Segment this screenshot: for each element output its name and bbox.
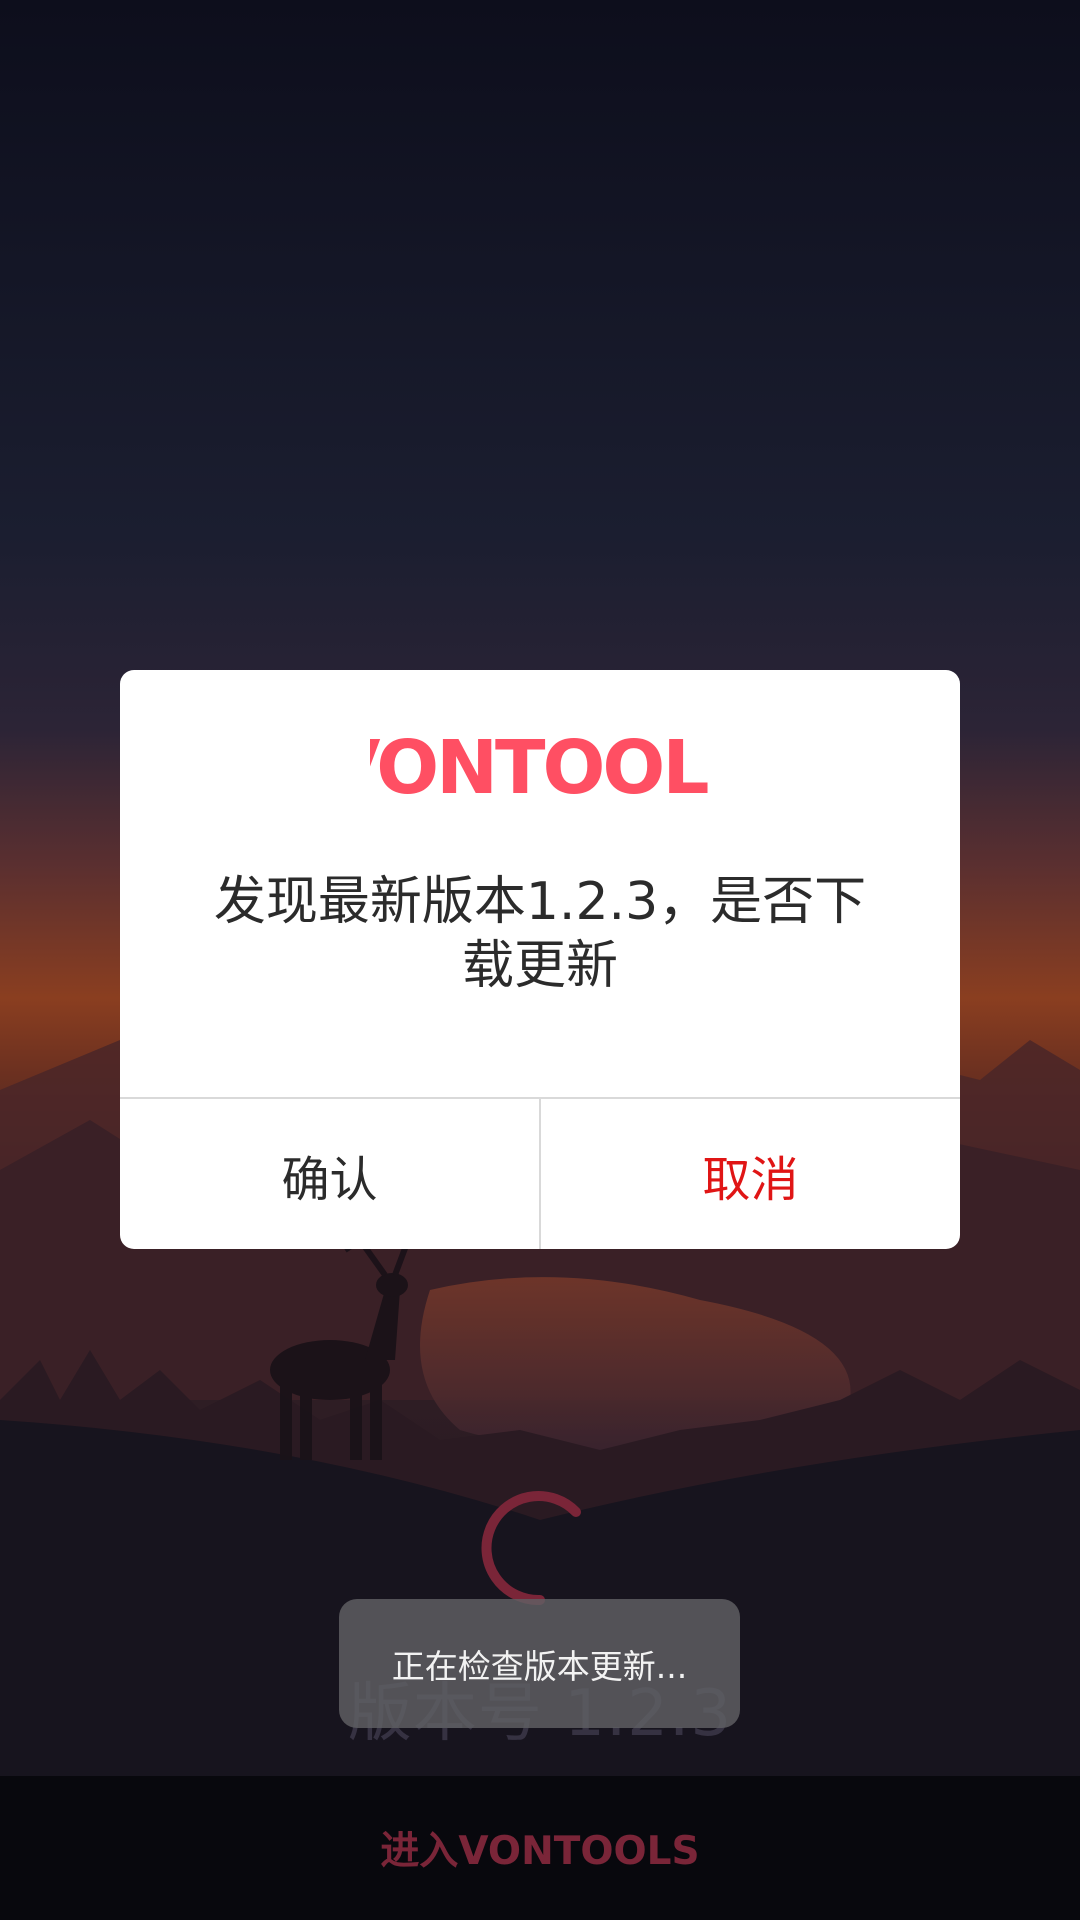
dialog-logo: VONTOOLS bbox=[120, 718, 960, 818]
dialog-actions: 确认 取消 bbox=[120, 1097, 960, 1249]
update-dialog: VONTOOLS 发现最新版本1.2.3，是否下载更新 确认 取消 bbox=[120, 670, 960, 1249]
dialog-message: 发现最新版本1.2.3，是否下载更新 bbox=[213, 872, 867, 996]
vontools-logo: VONTOOLS bbox=[370, 725, 710, 811]
cancel-button[interactable]: 取消 bbox=[541, 1099, 960, 1249]
splash-screen: 版本号 1.2.3 正在检查版本更新... 进入VONTOOLS VONTOOL… bbox=[0, 0, 1080, 1920]
confirm-button[interactable]: 确认 bbox=[120, 1099, 541, 1249]
logo-text: VONTOOLS bbox=[370, 725, 710, 811]
